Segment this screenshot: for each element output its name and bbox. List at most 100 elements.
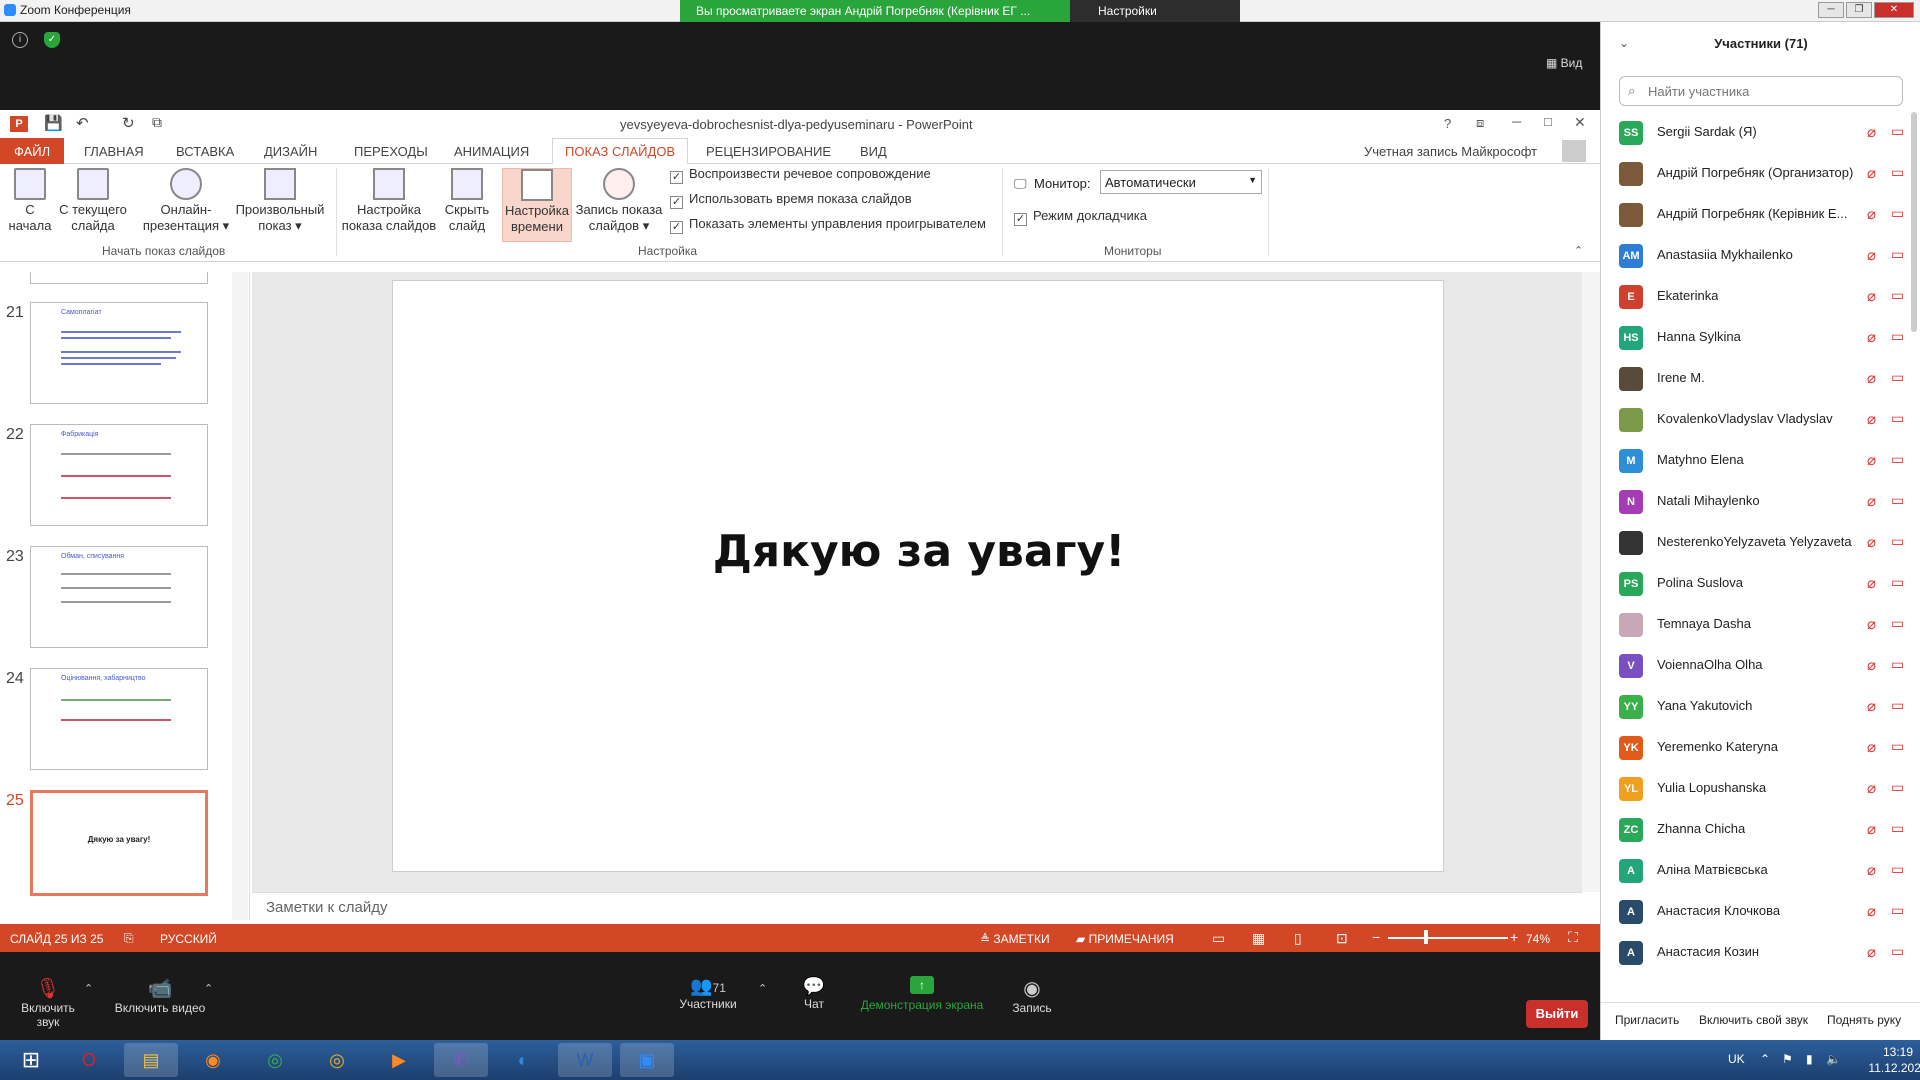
clock-time[interactable]: 13:19 [1868,1045,1920,1059]
reading-view-icon[interactable]: ▯ [1294,930,1302,947]
narration-checkbox[interactable]: ✓ Воспроизвести речевое сопровождение [670,166,931,184]
participant-row[interactable]: Irene M. ⌀ ▭ [1601,358,1920,399]
chat-button[interactable]: 💬 Чат [792,976,836,1011]
collapse-ribbon-icon[interactable]: ⌃ [1574,244,1583,257]
online-presentation-button[interactable]: Онлайн- презентация ▾ [140,168,232,234]
language-label[interactable]: РУССКИЙ [160,932,217,946]
participant-row[interactable]: NesterenkoYelyzaveta Yelyzaveta ⌀ ▭ [1601,522,1920,563]
redo-icon[interactable]: ↻ [122,114,135,132]
tab-animation[interactable]: АНИМАЦИЯ [446,142,537,161]
minimize-button[interactable]: ─ [1818,2,1844,18]
word-icon[interactable]: W [558,1043,612,1077]
participant-row[interactable]: N Natali Mihaylenko ⌀ ▭ [1601,481,1920,522]
thumb-slide-23[interactable]: Обман, списування [30,546,208,648]
close-button[interactable]: ✕ [1874,2,1914,18]
language-indicator[interactable]: UK [1728,1052,1745,1066]
network-icon[interactable]: ▮ [1806,1052,1813,1066]
fit-to-window-icon[interactable]: ⛶ [1568,929,1578,946]
zoom-slider[interactable] [1388,937,1508,939]
unmute-button[interactable]: 🎙 Включить звук [8,976,88,1029]
current-slide[interactable]: Дякую за увагу! [392,280,1444,872]
ppt-close-button[interactable]: ✕ [1574,114,1586,131]
participant-row[interactable]: ZC Zhanna Chicha ⌀ ▭ [1601,809,1920,850]
notes-button[interactable]: ≜ ЗАМЕТКИ [980,932,1050,946]
edge-icon[interactable]: ◐ [496,1043,550,1077]
save-icon[interactable]: 💾 [44,114,63,132]
raise-hand-button[interactable]: Поднять руку [1827,1013,1901,1027]
from-start-button[interactable]: С начала [6,168,54,234]
zoom-in-icon[interactable]: + [1510,929,1518,945]
help-button[interactable]: ? [1444,116,1451,131]
slide-scrollbar[interactable] [1582,272,1600,892]
participant-row[interactable]: V VoiennaOlha Olha ⌀ ▭ [1601,645,1920,686]
participant-row[interactable]: E Ekaterinka ⌀ ▭ [1601,276,1920,317]
participant-row[interactable]: A Анастасия Козин ⌀ ▭ [1601,932,1920,973]
clock-date[interactable]: 11.12.2020 [1860,1061,1920,1075]
thumbs-scrollbar[interactable] [232,272,248,920]
start-button[interactable]: ⊞ [4,1043,58,1077]
tab-slideshow[interactable]: ПОКАЗ СЛАЙДОВ [552,138,689,164]
zoom-app-icon[interactable]: ▣ [620,1043,674,1077]
participant-row[interactable]: A Аліна Матвієвська ⌀ ▭ [1601,850,1920,891]
thumb-slide-24[interactable]: Оцінювання, хабарництво [30,668,208,770]
thumb-slide-21[interactable]: Самоплагіат [30,302,208,404]
participant-row[interactable]: YL Yulia Lopushanska ⌀ ▭ [1601,768,1920,809]
notes-pane[interactable]: Заметки к слайду [252,892,1582,920]
setup-show-button[interactable]: Настройка показа слайдов [340,168,438,234]
zoom-out-icon[interactable]: − [1372,929,1380,945]
ribbon-display-icon[interactable]: ⧈ [1476,115,1484,131]
presenter-view-checkbox[interactable]: ✓ Режим докладчика [1014,208,1147,226]
panel-scrollbar[interactable] [1911,112,1917,332]
participant-row[interactable]: SS Sergii Sardak (Я) ⌀ ▭ [1601,112,1920,153]
participant-row[interactable]: YK Yeremenko Kateryna ⌀ ▭ [1601,727,1920,768]
viber-icon[interactable]: ✆ [434,1043,488,1077]
slideshow-view-icon[interactable]: ⊡ [1336,930,1348,947]
sorter-view-icon[interactable]: ▦ [1252,930,1265,947]
zoom-level[interactable]: 74% [1526,932,1550,946]
maximize-button[interactable]: ❐ [1846,2,1872,18]
from-current-button[interactable]: С текущего слайда [56,168,130,234]
participant-row[interactable]: Андрій Погребняк (Организатор) ⌀ ▭ [1601,153,1920,194]
participant-row[interactable]: HS Hanna Sylkina ⌀ ▭ [1601,317,1920,358]
leave-button[interactable]: Выйти [1526,1000,1588,1028]
normal-view-icon[interactable]: ▭ [1212,930,1225,947]
timings-checkbox[interactable]: ✓ Использовать время показа слайдов [670,191,912,209]
tab-transitions[interactable]: ПЕРЕХОДЫ [346,142,436,161]
participant-row[interactable]: PS Polina Suslova ⌀ ▭ [1601,563,1920,604]
ppt-maximize-button[interactable]: □ [1544,114,1552,129]
unmute-me-button[interactable]: Включить свой звук [1699,1013,1808,1027]
tab-insert[interactable]: ВСТАВКА [168,142,242,161]
comments-button[interactable]: ▰ ПРИМЕЧАНИЯ [1076,932,1174,946]
undo-icon[interactable]: ↶ [76,114,89,132]
search-participants-input[interactable]: ⌕ Найти участника [1619,76,1903,106]
participant-row[interactable]: YY Yana Yakutovich ⌀ ▭ [1601,686,1920,727]
chrome-yellow-icon[interactable]: ◎ [310,1043,364,1077]
participant-row[interactable]: Андрій Погребняк (Керівник Е... ⌀ ▭ [1601,194,1920,235]
participant-row[interactable]: M Matyhno Elena ⌀ ▭ [1601,440,1920,481]
chevron-up-icon[interactable]: ⌃ [84,982,93,995]
avatar[interactable] [1562,140,1586,162]
chevron-up-icon[interactable]: ⌃ [758,982,767,995]
tab-file[interactable]: ФАЙЛ [0,138,65,164]
info-icon[interactable]: i [12,32,28,48]
participant-row[interactable]: KovalenkoVladyslav Vladyslav ⌀ ▭ [1601,399,1920,440]
file-explorer-icon[interactable]: ▤ [124,1043,178,1077]
view-button[interactable]: ▦ Вид [1546,56,1582,70]
tab-review[interactable]: РЕЦЕНЗИРОВАНИЕ [698,142,839,161]
tab-view[interactable]: ВИД [852,142,895,161]
hide-slide-button[interactable]: Скрыть слайд [440,168,494,234]
participants-button[interactable]: 👥71 Участники [676,976,740,1011]
slide-heading[interactable]: Дякую за увагу! [393,526,1445,577]
volume-icon[interactable]: 🔈 [1826,1052,1841,1066]
chevron-up-icon[interactable]: ⌃ [204,982,213,995]
record-button[interactable]: ◉ Запись [1006,976,1058,1015]
media-player-icon[interactable]: ▶ [372,1043,426,1077]
thumb-slide-25-selected[interactable]: Дякую за увагу! [30,790,208,896]
opera-icon[interactable]: O [62,1043,116,1077]
view-settings-button[interactable]: Настройки просмотра ⌄ [1070,0,1240,32]
firefox-icon[interactable]: ◉ [186,1043,240,1077]
account-label[interactable]: Учетная запись Майкрософт [1364,144,1537,159]
flag-icon[interactable]: ⚑ [1782,1052,1793,1066]
participant-row[interactable]: A Анастасия Клочкова ⌀ ▭ [1601,891,1920,932]
thumb-slide-22[interactable]: Фабрикація [30,424,208,526]
